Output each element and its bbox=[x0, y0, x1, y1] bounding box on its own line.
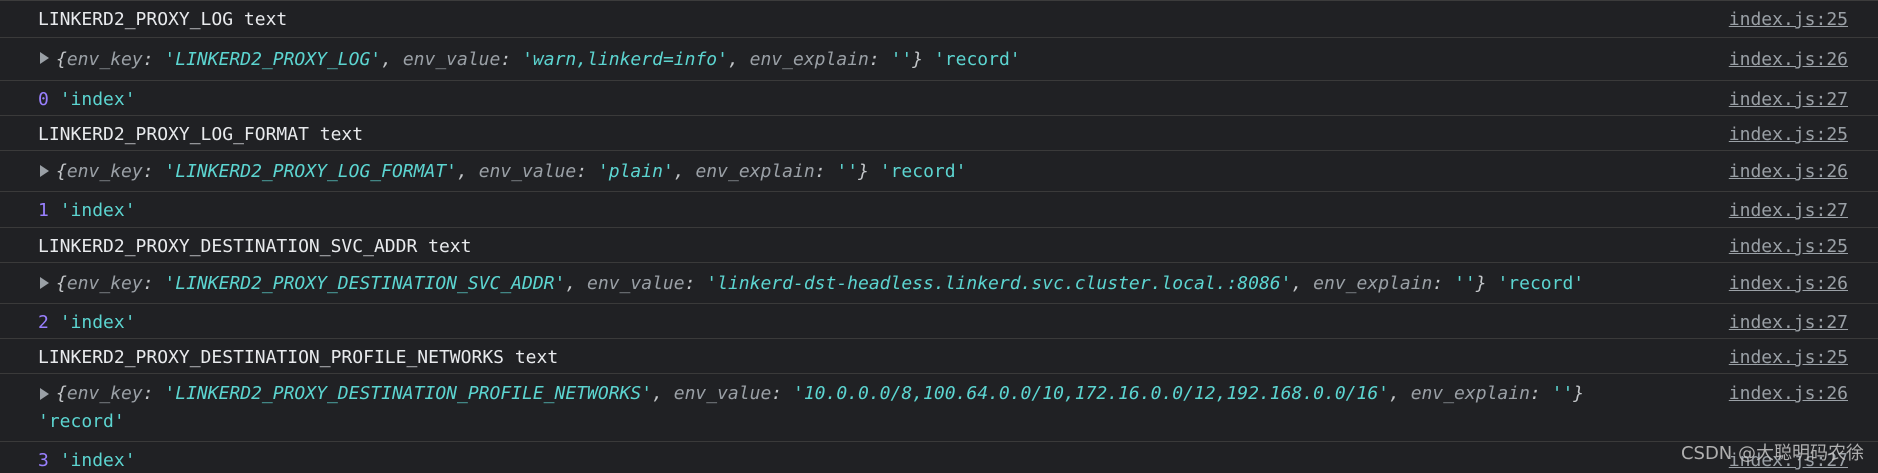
prop-key: env_key bbox=[66, 383, 143, 404]
triangle-right-icon[interactable] bbox=[40, 388, 49, 400]
string-arg: 'index' bbox=[59, 450, 136, 471]
source-link[interactable]: index.js:25 bbox=[1688, 116, 1878, 148]
prop-key: env_key bbox=[66, 273, 143, 294]
source-link[interactable]: index.js:26 bbox=[1688, 263, 1878, 297]
console-message: LINKERD2_PROXY_LOG text index.js:25 bbox=[0, 1, 1878, 38]
console-message-object[interactable]: {env_key: 'LINKERD2_PROXY_LOG_FORMAT', e… bbox=[0, 151, 1878, 192]
prop-key: env_key bbox=[66, 161, 143, 182]
prop-value: '' bbox=[836, 161, 859, 182]
log-index: 1 'index' bbox=[0, 192, 1688, 224]
string-arg: 'index' bbox=[59, 200, 136, 221]
number-arg: 3 bbox=[38, 450, 49, 471]
source-link[interactable]: index.js:25 bbox=[1688, 1, 1878, 33]
console-message: 2 'index' index.js:27 bbox=[0, 304, 1878, 339]
prop-key: env_explain bbox=[695, 161, 815, 182]
object-preview: {env_key: 'LINKERD2_PROXY_DESTINATION_PR… bbox=[38, 383, 1585, 432]
triangle-right-icon[interactable] bbox=[40, 277, 49, 289]
string-arg: 'record' bbox=[1497, 273, 1585, 294]
source-link[interactable]: index.js:25 bbox=[1688, 228, 1878, 260]
string-arg: 'record' bbox=[38, 411, 125, 432]
prop-value: 'LINKERD2_PROXY_LOG' bbox=[164, 49, 382, 70]
string-arg: 'index' bbox=[59, 312, 136, 333]
console-message-object[interactable]: {env_key: 'LINKERD2_PROXY_DESTINATION_PR… bbox=[0, 374, 1878, 442]
object-preview: {env_key: 'LINKERD2_PROXY_DESTINATION_SV… bbox=[56, 273, 1585, 294]
prop-value: '' bbox=[1551, 383, 1574, 404]
console-message: 3 'index' index.js:27 bbox=[0, 442, 1878, 473]
console-message: LINKERD2_PROXY_LOG_FORMAT text index.js:… bbox=[0, 116, 1878, 151]
log-index: 0 'index' bbox=[0, 81, 1688, 113]
console-message-object[interactable]: {env_key: 'LINKERD2_PROXY_DESTINATION_SV… bbox=[0, 263, 1878, 304]
console-message: LINKERD2_PROXY_DESTINATION_PROFILE_NETWO… bbox=[0, 339, 1878, 374]
prop-value: 'plain' bbox=[597, 161, 674, 182]
source-link[interactable]: index.js:27 bbox=[1688, 192, 1878, 224]
prop-key: env_value bbox=[402, 49, 501, 70]
source-link[interactable]: index.js:26 bbox=[1688, 38, 1878, 73]
source-link[interactable]: index.js:26 bbox=[1688, 151, 1878, 185]
source-link[interactable]: index.js:27 bbox=[1688, 304, 1878, 336]
prop-value: '' bbox=[1454, 273, 1476, 294]
number-arg: 2 bbox=[38, 312, 49, 333]
prop-key: env_explain bbox=[1410, 383, 1530, 404]
triangle-right-icon[interactable] bbox=[40, 165, 49, 177]
triangle-right-icon[interactable] bbox=[40, 52, 49, 64]
console-message-object[interactable]: {env_key: 'LINKERD2_PROXY_LOG', env_valu… bbox=[0, 38, 1878, 81]
log-text: LINKERD2_PROXY_LOG_FORMAT text bbox=[38, 124, 364, 145]
log-index: 2 'index' bbox=[0, 304, 1688, 336]
log-index: 3 'index' bbox=[0, 442, 1688, 473]
watermark: CSDN @大聪明码农徐 bbox=[1680, 443, 1864, 464]
console-message: 1 'index' index.js:27 bbox=[0, 192, 1878, 228]
prop-value: 'linkerd-dst-headless.linkerd.svc.cluste… bbox=[706, 273, 1292, 294]
string-arg: 'record' bbox=[933, 49, 1021, 70]
prop-value: 'LINKERD2_PROXY_LOG_FORMAT' bbox=[164, 161, 457, 182]
number-arg: 1 bbox=[38, 200, 49, 221]
source-link[interactable]: index.js:25 bbox=[1688, 339, 1878, 371]
prop-key: env_value bbox=[478, 161, 577, 182]
prop-key: env_explain bbox=[1313, 273, 1433, 294]
object-preview: {env_key: 'LINKERD2_PROXY_LOG_FORMAT', e… bbox=[56, 161, 967, 182]
number-arg: 0 bbox=[38, 89, 49, 110]
object-preview: {env_key: 'LINKERD2_PROXY_LOG', env_valu… bbox=[56, 49, 1021, 70]
prop-value: '10.0.0.0/8,100.64.0.0/10,172.16.0.0/12,… bbox=[792, 383, 1390, 404]
source-link[interactable]: index.js:27 bbox=[1688, 81, 1878, 113]
log-text: LINKERD2_PROXY_DESTINATION_SVC_ADDR text bbox=[38, 236, 472, 257]
log-text: LINKERD2_PROXY_DESTINATION_PROFILE_NETWO… bbox=[38, 347, 559, 368]
source-link[interactable]: index.js:26 bbox=[1688, 374, 1878, 407]
prop-value: 'LINKERD2_PROXY_DESTINATION_SVC_ADDR' bbox=[164, 273, 566, 294]
prop-key: env_value bbox=[587, 273, 685, 294]
console-message: LINKERD2_PROXY_DESTINATION_SVC_ADDR text… bbox=[0, 228, 1878, 263]
console-panel: LINKERD2_PROXY_LOG text index.js:25 {env… bbox=[0, 0, 1878, 473]
log-text: LINKERD2_PROXY_LOG text bbox=[38, 9, 288, 30]
prop-key: env_value bbox=[673, 383, 772, 404]
string-arg: 'index' bbox=[59, 89, 136, 110]
string-arg: 'record' bbox=[879, 161, 967, 182]
prop-value: 'warn,linkerd=info' bbox=[522, 49, 728, 70]
prop-value: '' bbox=[890, 49, 913, 70]
console-message: 0 'index' index.js:27 bbox=[0, 81, 1878, 116]
prop-value: 'LINKERD2_PROXY_DESTINATION_PROFILE_NETW… bbox=[164, 383, 653, 404]
prop-key: env_explain bbox=[749, 49, 869, 70]
prop-key: env_key bbox=[66, 49, 143, 70]
